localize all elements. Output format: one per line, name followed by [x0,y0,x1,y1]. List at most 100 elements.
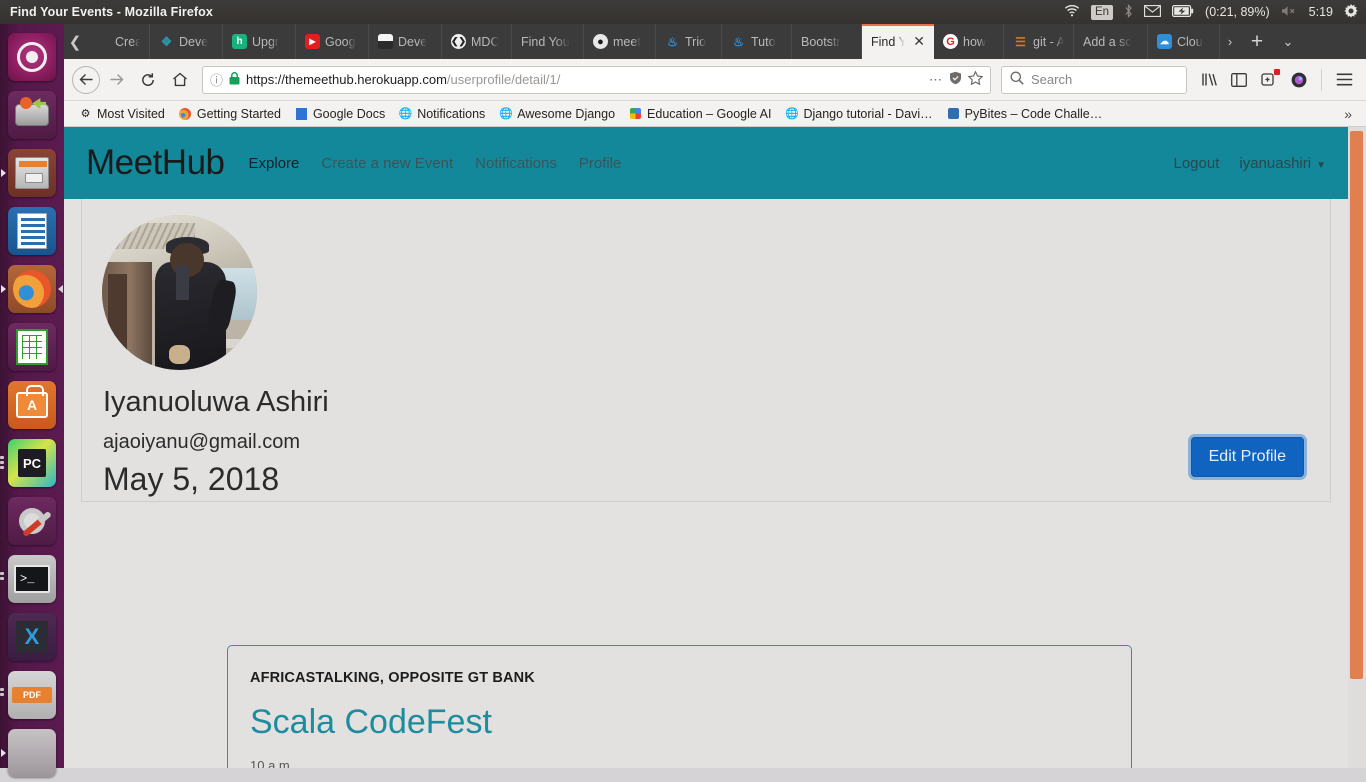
url-domain: https://themeethub.herokuapp.com [246,72,447,87]
running-indicator-icon [0,688,4,698]
browser-tab[interactable]: ☰ git - A [1004,24,1074,59]
launcher-item-pdf-tool[interactable]: PDF [0,666,64,724]
launcher-item-files[interactable] [0,144,64,202]
launcher-item-ubuntu-dash[interactable] [0,28,64,86]
tab-label: Trio [685,34,707,49]
battery-icon[interactable] [1172,4,1194,20]
web-page-content: MeetHub Explore Create a new Event Notif… [64,127,1366,768]
browser-tab[interactable]: Find You [512,24,584,59]
page-info-icon[interactable]: ⓘ [210,70,223,89]
launcher-item-vscode[interactable]: X [0,608,64,666]
battery-status-text: (0:21, 89%) [1205,5,1270,19]
nav-link-explore[interactable]: Explore [249,155,300,172]
tab-label: git - A [1033,34,1064,49]
nav-link-notifications[interactable]: Notifications [475,155,557,172]
browser-tab[interactable]: ♨ Tuto [722,24,792,59]
back-button[interactable] [72,65,100,94]
bookmark-google-docs[interactable]: Google Docs [288,103,392,125]
browser-tab[interactable]: Bootstr [792,24,862,59]
search-bar[interactable]: Search [1001,65,1187,94]
launcher-item-ubuntu-software[interactable] [0,376,64,434]
bookmarks-overflow-button[interactable]: » [1338,106,1358,122]
browser-tab[interactable]: G how [934,24,1004,59]
tab-label: Goog [325,34,356,49]
shield-icon[interactable] [949,71,962,88]
page-actions-button[interactable]: ⋯ [929,72,943,88]
list-all-tabs-button[interactable]: ⌄ [1274,24,1302,59]
python-icon: ❖ [160,33,173,49]
search-input[interactable]: Search [1031,72,1072,87]
mail-icon[interactable] [1144,4,1161,20]
launcher-item-pycharm[interactable]: PC [0,434,64,492]
bookmark-awesome-django[interactable]: 🌐 Awesome Django [492,103,622,125]
firefox-icon [179,107,192,120]
browser-tab-active[interactable]: Find Y ✕ [862,24,934,59]
library-icon[interactable] [1195,66,1223,94]
user-menu[interactable]: iyanuashiri ▼ [1239,155,1326,172]
browser-tab[interactable]: ▶ Goog [296,24,369,59]
running-indicator-icon [1,169,6,177]
bookmark-getting-started[interactable]: Getting Started [172,103,288,125]
wifi-icon[interactable] [1064,4,1080,20]
browser-tab[interactable]: Add a sc [1074,24,1148,59]
tab-label: Tuto [751,34,776,49]
launcher-item-libreoffice-writer[interactable] [0,202,64,260]
address-bar[interactable]: ⓘ https://themeethub.herokuapp.com/userp… [202,65,991,94]
bookmark-label: Notifications [417,106,486,121]
lock-icon[interactable] [229,71,240,88]
account-icon[interactable] [1285,66,1313,94]
launcher-item-system-settings[interactable] [0,492,64,550]
tab-label: Find Y [871,34,906,49]
close-icon[interactable]: ✕ [913,33,925,50]
event-title[interactable]: Scala CodeFest [250,703,1109,742]
browser-tab[interactable]: Deve [369,24,442,59]
globe-icon: 🌐 [785,108,799,120]
bookmark-most-visited[interactable]: ⚙ Most Visited [72,103,172,125]
bookmark-pybites[interactable]: PyBites – Code Challe… [940,103,1110,125]
browser-tab[interactable]: ❮❯ MDC [442,24,512,59]
browser-tab[interactable]: ♨ Trio [656,24,722,59]
keyboard-layout-indicator[interactable]: En [1090,4,1114,20]
forward-button[interactable] [100,64,132,96]
volume-muted-icon[interactable] [1281,5,1298,20]
browser-tab[interactable]: Crea [86,24,150,59]
edit-profile-button[interactable]: Edit Profile [1190,437,1304,477]
hamburger-menu-icon[interactable] [1330,66,1358,94]
tab-label: Upgr [252,34,280,49]
bookmark-notifications[interactable]: 🌐 Notifications [392,103,492,125]
tab-scroll-left-button[interactable]: ❮ [64,24,86,59]
browser-tab[interactable]: ❖ Deve [150,24,223,59]
clock[interactable]: 5:19 [1309,5,1333,19]
star-icon[interactable] [967,70,984,88]
tab-label: Find You [521,34,570,49]
launcher-item-firefox[interactable] [0,260,64,318]
launcher-item-disk-usage-analyzer[interactable] [0,86,64,144]
firefox-window: ❮ Crea ❖ Deve h Upgr ▶ Goog Deve ❮❯ MDC … [64,24,1366,768]
home-button[interactable] [164,64,196,96]
logout-link[interactable]: Logout [1173,155,1219,172]
save-to-pocket-icon[interactable] [1255,66,1283,94]
sidebar-icon[interactable] [1225,66,1253,94]
focused-indicator-icon [58,285,63,293]
launcher-item-libreoffice-calc[interactable] [0,318,64,376]
event-card[interactable]: AFRICASTALKING, OPPOSITE GT BANK Scala C… [227,645,1132,768]
tab-scroll-right-button[interactable]: › [1220,24,1240,59]
browser-tab[interactable]: ☁ Clou [1148,24,1220,59]
page-scrollbar-thumb[interactable] [1350,131,1363,679]
nav-link-create-event[interactable]: Create a new Event [321,155,453,172]
launcher-item-trash[interactable] [0,724,64,782]
gear-icon[interactable] [1344,3,1358,21]
bookmark-django-tutorial[interactable]: 🌐 Django tutorial - Davi… [778,103,939,125]
browser-tab[interactable]: ● meet [584,24,656,59]
site-brand[interactable]: MeetHub [86,143,225,183]
reload-button[interactable] [132,64,164,96]
nav-link-profile[interactable]: Profile [579,155,622,172]
new-tab-button[interactable]: + [1240,24,1274,59]
page-scrollbar-track[interactable] [1348,127,1366,768]
bookmark-education-google-ai[interactable]: Education – Google AI [622,103,778,125]
browser-tab[interactable]: h Upgr [223,24,296,59]
terminal-icon: >_ [8,555,56,603]
launcher-item-terminal[interactable]: >_ [0,550,64,608]
toolbar-right-icons [1195,66,1358,94]
bluetooth-icon[interactable] [1124,3,1133,21]
